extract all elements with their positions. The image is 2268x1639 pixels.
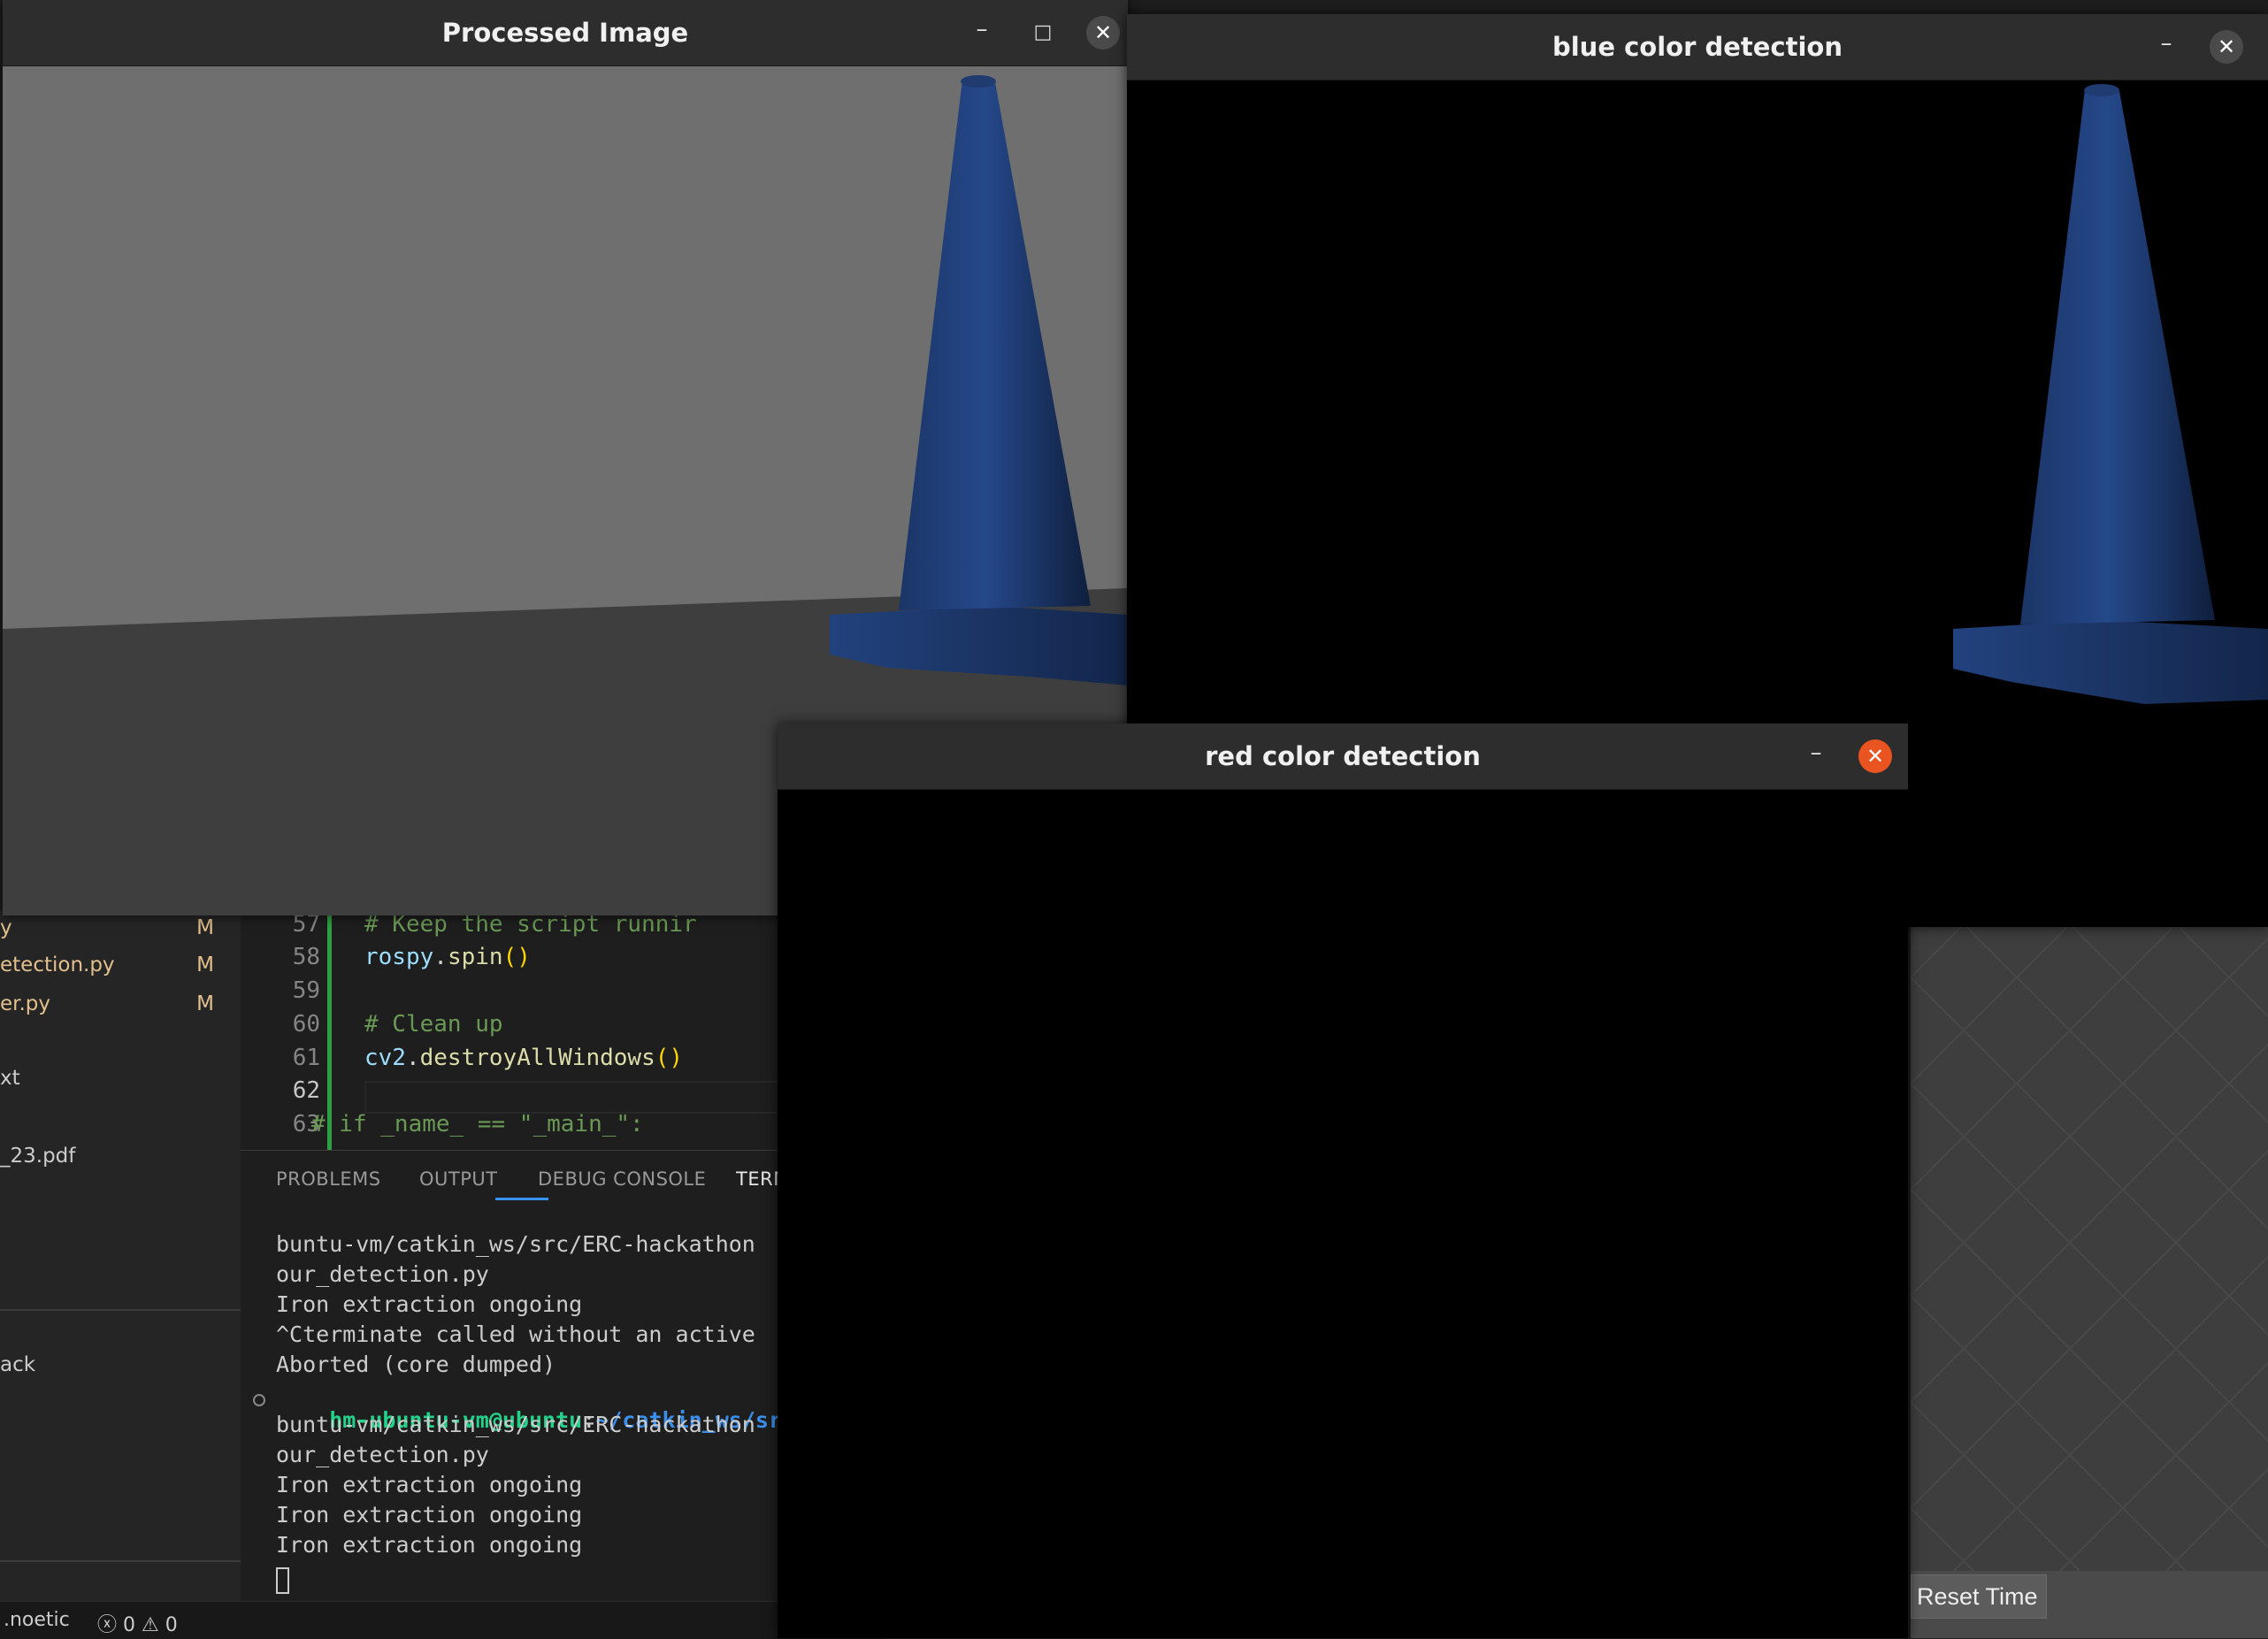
modified-badge: M <box>196 954 214 977</box>
titlebar[interactable]: red color detection – ✕ <box>778 724 1908 790</box>
terminal-line: Iron extraction ongoing <box>276 1291 583 1317</box>
terminal-cursor <box>276 1567 289 1594</box>
line-number: 61 <box>292 1045 320 1071</box>
titlebar[interactable]: blue color detection – ✕ <box>1127 14 2268 80</box>
git-change-gutter <box>327 911 332 1150</box>
close-button[interactable]: ✕ <box>1858 739 1892 773</box>
explorer-file-item[interactable]: etection.py M <box>0 948 230 984</box>
line-number: 63 <box>292 1111 320 1137</box>
terminal-line: Aborted (core dumped) <box>276 1352 556 1377</box>
window-title: red color detection <box>1205 741 1481 771</box>
terminal-output[interactable]: buntu-vm/catkin_ws/src/ERC-hackathon our… <box>276 1231 789 1603</box>
close-button[interactable]: ✕ <box>1086 16 1120 50</box>
modified-badge: M <box>196 916 214 939</box>
file-name: etection.py <box>0 954 115 977</box>
close-button[interactable]: ✕ <box>2210 30 2243 64</box>
status-bar: .noetic ⓧ 0 ⚠ 0 <box>0 1601 885 1639</box>
code-text: # if _name_ == "_main_": <box>311 1111 644 1137</box>
titlebar[interactable]: Processed Image – □ ✕ <box>3 0 1128 66</box>
file-name: er.py <box>0 992 51 1015</box>
modified-badge: M <box>196 992 214 1015</box>
status-problems[interactable]: ⓧ 0 ⚠ 0 <box>97 1609 178 1637</box>
line-number: 62 <box>292 1077 320 1104</box>
tab-terminal[interactable]: TERM <box>736 1168 780 1190</box>
tab-debug-console[interactable]: DEBUG CONSOLE <box>538 1168 706 1190</box>
reset-time-button[interactable]: Reset Time <box>1911 1574 2047 1619</box>
window-title: Processed Image <box>441 18 689 48</box>
divider <box>0 1309 241 1311</box>
gazebo-panel <box>1911 924 2268 1638</box>
active-tab-indicator <box>495 1198 548 1200</box>
window-title: blue color detection <box>1552 32 1843 62</box>
explorer-section-item[interactable]: ack <box>0 1353 35 1376</box>
terminal-line: buntu-vm/catkin_ws/src/ERC-hackathon <box>276 1412 755 1437</box>
current-line-highlight <box>364 1081 789 1114</box>
explorer-file-item[interactable]: y M <box>0 911 230 946</box>
code-text: cv2.destroyAllWindows() <box>364 1045 684 1071</box>
line-number: 60 <box>292 1011 320 1038</box>
code-line: 60 # Clean up <box>241 1011 789 1044</box>
tab-problems[interactable]: PROBLEMS <box>276 1168 381 1190</box>
divider <box>0 1560 241 1562</box>
code-line: 57 # Keep the script runnir <box>241 911 789 944</box>
tab-output[interactable]: OUTPUT <box>419 1168 498 1190</box>
line-number: 59 <box>292 977 320 1004</box>
explorer-file-item[interactable]: xt <box>0 1067 20 1090</box>
minimize-button[interactable]: – <box>965 16 999 50</box>
code-text: # Clean up <box>364 1011 503 1038</box>
code-editor[interactable]: 57 # Keep the script runnir 58 rospy.spin()… <box>241 911 789 1150</box>
terminal-line: our_detection.py <box>276 1442 489 1467</box>
code-text: rospy.spin() <box>364 944 531 970</box>
explorer-file-item[interactable]: er.py M <box>0 987 230 1022</box>
code-line: 58 rospy.spin() <box>241 944 789 977</box>
terminal-line: our_detection.py <box>276 1261 489 1287</box>
grid-pattern <box>1911 924 2268 1638</box>
terminal-line: Iron extraction ongoing <box>276 1532 583 1558</box>
terminal-line: buntu-vm/catkin_ws/src/ERC-hackathon <box>276 1231 755 1257</box>
code-line: 61 cv2.destroyAllWindows() <box>241 1045 789 1077</box>
maximize-button[interactable]: □ <box>1026 16 1060 50</box>
explorer-file-item[interactable]: _23.pdf <box>0 1145 75 1168</box>
explorer-sidebar: y M etection.py M er.py M xt _23.pdf ack <box>0 911 241 1601</box>
line-number: 58 <box>292 944 320 970</box>
terminal-line: ^Cterminate called without an active <box>276 1321 755 1347</box>
file-name: y <box>0 916 12 939</box>
red-detection-window: red color detection – ✕ <box>778 724 1908 1638</box>
status-branch[interactable]: .noetic <box>4 1609 70 1631</box>
red-mask-image <box>778 790 1908 1638</box>
minimize-button[interactable]: – <box>2149 30 2183 64</box>
terminal-line: Iron extraction ongoing <box>276 1472 583 1497</box>
terminal-line: Iron extraction ongoing <box>276 1502 583 1528</box>
code-line: 63 # if _name_ == "_main_": <box>241 1111 789 1144</box>
minimize-button[interactable]: – <box>1799 739 1833 773</box>
code-line: 59 <box>241 977 789 1010</box>
reset-time-label: Reset Time <box>1917 1583 2038 1610</box>
command-status-icon <box>253 1394 265 1406</box>
